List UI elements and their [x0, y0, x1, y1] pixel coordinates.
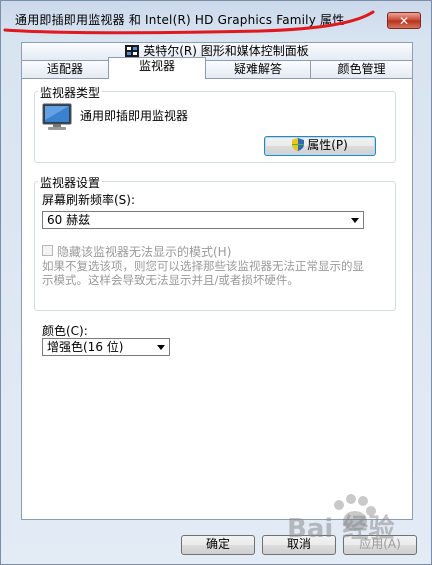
- tab-label: 适配器: [46, 62, 83, 76]
- close-icon: ✕: [398, 14, 410, 28]
- refresh-rate-value: 60 赫兹: [47, 213, 91, 227]
- chevron-down-icon: [157, 345, 165, 350]
- monitor-type-group-label: 监视器类型: [38, 84, 103, 101]
- properties-dialog: 通用即插即用监视器 和 Intel(R) HD Graphics Family …: [0, 0, 432, 565]
- red-annotation-stroke: [3, 10, 375, 35]
- tab-intel-graphics[interactable]: 英特尔(R) 图形和媒体控制面板: [21, 42, 413, 60]
- tab-label: 疑难解答: [233, 62, 282, 76]
- apply-button-label: 应用(A): [359, 537, 401, 551]
- color-depth-value: 增强色(16 位): [47, 340, 124, 354]
- properties-button-label: 属性(P): [307, 138, 348, 152]
- tab-label: 英特尔(R) 图形和媒体控制面板: [143, 44, 309, 58]
- close-button[interactable]: ✕: [387, 12, 421, 29]
- hide-modes-label: 隐藏该监视器无法显示的模式(H): [57, 245, 232, 259]
- tab-color-management[interactable]: 颜色管理: [310, 60, 413, 78]
- hide-modes-checkbox[interactable]: [42, 245, 53, 256]
- tab-adapter[interactable]: 适配器: [21, 60, 109, 78]
- tab-label: 监视器: [138, 59, 175, 73]
- cancel-button-label: 取消: [286, 537, 311, 551]
- monitor-properties-button[interactable]: 属性(P): [264, 136, 376, 156]
- color-depth-label: 颜色(C):: [42, 324, 88, 338]
- hide-modes-description: 如果不复选该项，则您可以选择那些该监视器无法正常显示的显示模式。这样会导致无法显…: [42, 259, 364, 287]
- intel-graphics-icon: [125, 45, 140, 57]
- ok-button[interactable]: 确定: [181, 535, 255, 555]
- monitor-name: 通用即插即用监视器: [80, 109, 189, 123]
- cancel-button[interactable]: 取消: [262, 535, 336, 555]
- monitor-icon: [42, 103, 72, 134]
- title-bar[interactable]: 通用即插即用监视器 和 Intel(R) HD Graphics Family …: [1, 1, 431, 35]
- monitor-tab-panel: 监视器类型 通用即插即用监视器 属性(P) 监视器设置 屏幕刷新频率(S): 6…: [21, 78, 413, 520]
- color-depth-dropdown[interactable]: 增强色(16 位): [42, 338, 170, 356]
- monitor-settings-group-label: 监视器设置: [38, 174, 103, 191]
- refresh-rate-label: 屏幕刷新频率(S):: [42, 193, 136, 207]
- ok-button-label: 确定: [205, 537, 230, 551]
- tab-troubleshoot[interactable]: 疑难解答: [205, 60, 311, 78]
- uac-shield-icon: [292, 138, 305, 156]
- tab-monitor[interactable]: 监视器: [108, 57, 206, 79]
- chevron-down-icon: [351, 218, 359, 223]
- tab-label: 颜色管理: [337, 62, 386, 76]
- apply-button[interactable]: 应用(A): [343, 535, 417, 555]
- refresh-rate-dropdown[interactable]: 60 赫兹: [42, 211, 364, 229]
